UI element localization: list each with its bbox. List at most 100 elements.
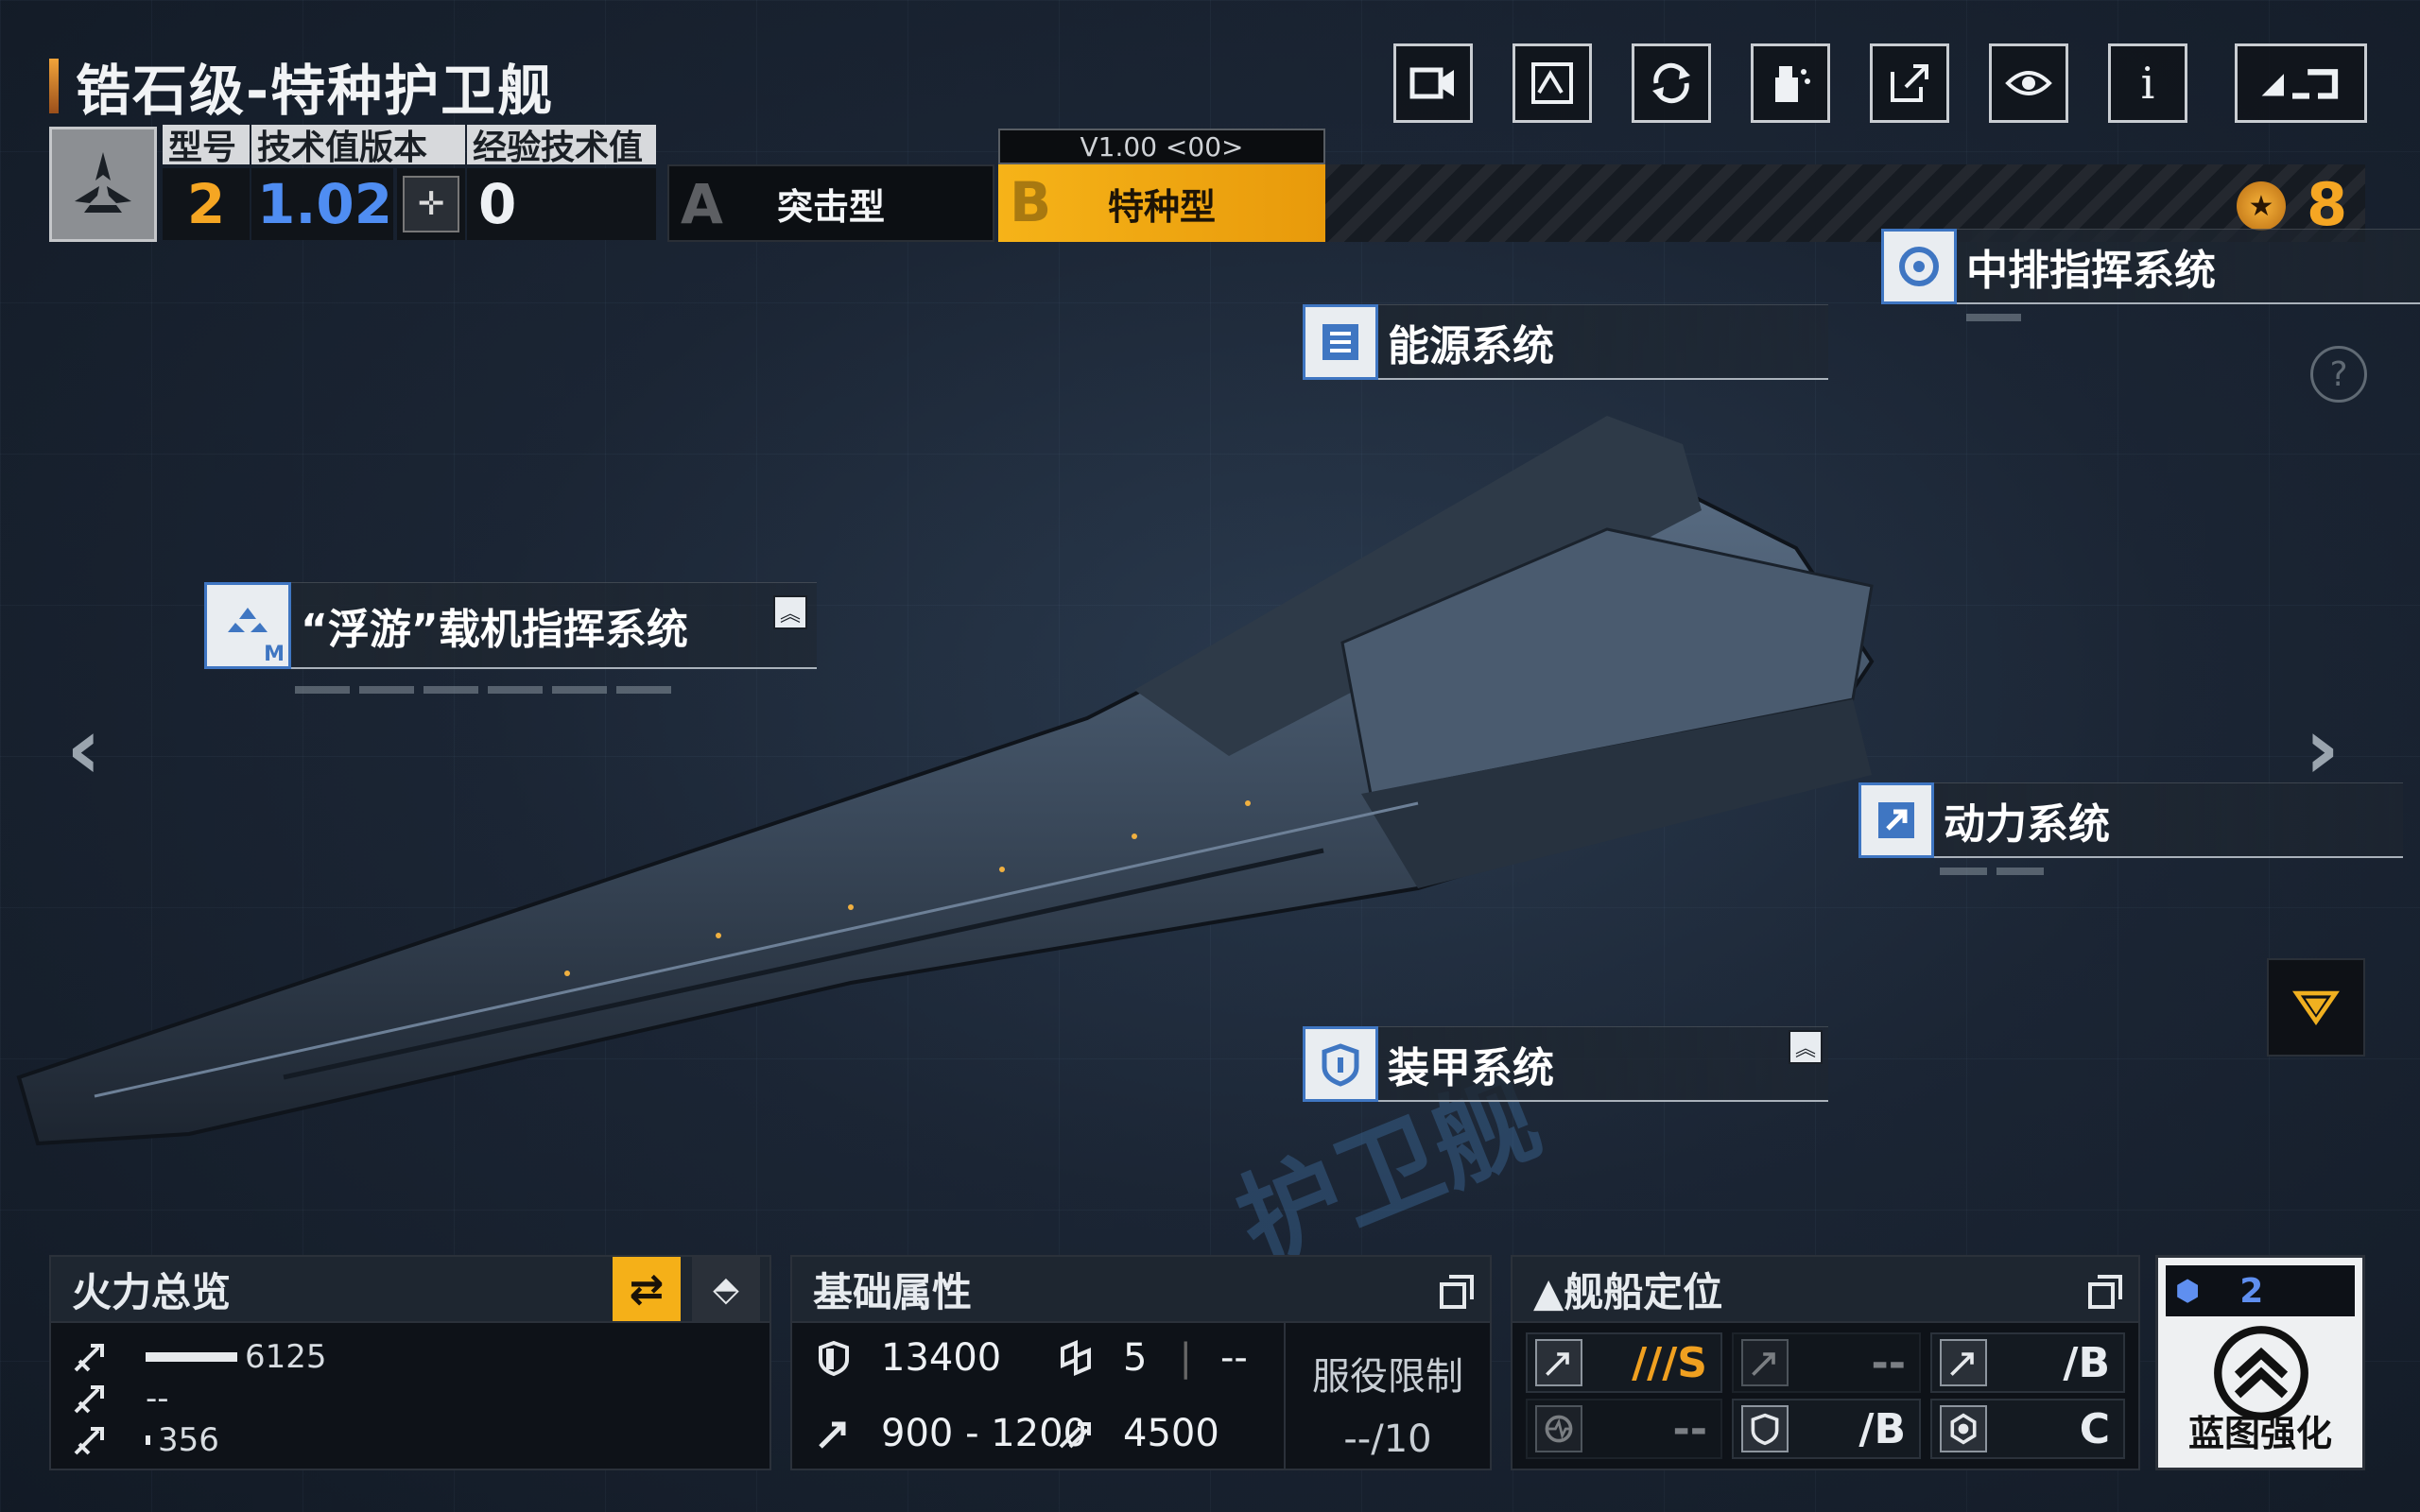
- blueprint-count-bar: ⬢ 2: [2166, 1265, 2355, 1316]
- prev-ship-arrow-icon[interactable]: ‹: [66, 699, 101, 799]
- paint-button[interactable]: [1751, 43, 1830, 123]
- hull-hp-value: 13400: [881, 1336, 1002, 1380]
- warp-speed: 4500: [1057, 1412, 1219, 1455]
- missile-icon: [74, 1427, 104, 1455]
- carrier-tier-badge: M: [264, 643, 285, 666]
- assault-icon: [1940, 1339, 1987, 1386]
- role-support-rating: --: [1871, 1338, 1906, 1387]
- rank-star-icon: ★: [2237, 181, 2286, 231]
- service-limit-value: --/10: [1343, 1418, 1432, 1461]
- positioning-title: ▲舰船定位: [1533, 1268, 1723, 1315]
- shield-icon: [1741, 1405, 1789, 1452]
- fleet-class-icon: [75, 152, 131, 213]
- exp-tech-header: 经验技术值: [467, 125, 656, 167]
- next-ship-arrow-icon[interactable]: ›: [2305, 699, 2340, 799]
- role-interceptor-rating: /B: [2063, 1338, 2110, 1387]
- shield-icon: [819, 1340, 849, 1377]
- armor-upgrade-icon: ︽: [1789, 1030, 1823, 1064]
- view-mode-button[interactable]: [1989, 43, 2068, 123]
- share-icon: [1891, 64, 1928, 102]
- speed-icon: [819, 1421, 846, 1449]
- central-command-label: 中排指挥系统: [1957, 229, 2420, 304]
- role-interceptor: /B: [1930, 1332, 2125, 1393]
- blueprint-label: 蓝图强化: [2187, 1413, 2332, 1454]
- carrier-slots: [295, 686, 671, 694]
- blueprint-view-button[interactable]: [1512, 43, 1592, 123]
- tab-special-type[interactable]: B 特种型: [998, 164, 1325, 242]
- eye-icon: [2005, 71, 2052, 95]
- blueprint-gem-icon: ⬢: [2175, 1274, 2201, 1308]
- positioning-header: ▲舰船定位: [1512, 1257, 2138, 1323]
- carrier-drone-icon: M: [204, 582, 291, 669]
- energy-system[interactable]: 能源系统: [1303, 304, 1828, 380]
- ship-name: 锆石级-特种护卫舰: [76, 59, 555, 123]
- share-button[interactable]: [1870, 43, 1949, 123]
- rotate-button[interactable]: [1632, 43, 1711, 123]
- firepower-bar-1: [146, 1352, 237, 1362]
- cruise-speed: 900 - 1200: [815, 1412, 1087, 1455]
- info-button[interactable]: i: [2108, 43, 2187, 123]
- window-icon: [2088, 1275, 2122, 1309]
- blueprint-enhance-button[interactable]: ⬢ 2 蓝图强化: [2155, 1255, 2365, 1470]
- crosshair-icon: ✛: [403, 176, 459, 232]
- warp-speed-value: 4500: [1123, 1412, 1219, 1455]
- window-icon: [1440, 1275, 1474, 1309]
- firepower-bar-3: [146, 1435, 150, 1445]
- central-command-slots: [1966, 314, 2021, 321]
- role-defense: /B: [1732, 1399, 1921, 1459]
- carrier-upgrade-icon: ︽: [773, 595, 807, 629]
- armor-level-icon: [1061, 1339, 1091, 1377]
- expand-panel-button[interactable]: [2267, 958, 2365, 1057]
- exp-tech-value: 0: [467, 168, 656, 240]
- role-assault: ///S: [1526, 1332, 1722, 1393]
- tech-adjust-button[interactable]: ✛: [397, 168, 465, 240]
- help-button[interactable]: ?: [2310, 346, 2367, 403]
- refresh-icon: [1652, 62, 1690, 104]
- power-thruster-icon: [1858, 782, 1934, 858]
- tab-assault-label: 突击型: [776, 185, 885, 228]
- info-icon: i: [2140, 58, 2155, 109]
- title-accent: [49, 59, 59, 113]
- attributes-expand-button[interactable]: [1431, 1270, 1482, 1314]
- spray-paint-icon: [1775, 66, 1810, 102]
- armor-system[interactable]: 装甲系统: [1303, 1026, 1828, 1102]
- switch-view-button[interactable]: ⇄: [613, 1257, 681, 1321]
- carrier-command-system[interactable]: M “浮游”载机指挥系统: [204, 582, 817, 669]
- energy-system-label: 能源系统: [1378, 304, 1828, 380]
- armor-system-label: 装甲系统: [1378, 1026, 1828, 1102]
- ship-class-emblem: [49, 127, 157, 242]
- attributes-header: 基础属性: [792, 1257, 1490, 1323]
- positioning-expand-button[interactable]: [2080, 1270, 2131, 1314]
- missile-icon: [74, 1344, 104, 1372]
- tab-assault-type[interactable]: A 突击型: [667, 164, 994, 242]
- service-limit-label: 服役限制: [1312, 1355, 1463, 1399]
- firepower-row-3: 356: [70, 1421, 219, 1459]
- assault-icon: [1741, 1339, 1789, 1386]
- central-command-system[interactable]: 中排指挥系统: [1881, 229, 2420, 304]
- blueprint-count: 2: [2239, 1271, 2264, 1311]
- firepower-panel: 火力总览 ⇄ ⬘ 6125 -- 356: [49, 1255, 771, 1470]
- role-utility-rating: C: [2079, 1404, 2110, 1453]
- back-button[interactable]: [2235, 43, 2367, 123]
- blueprint-icon: [1531, 62, 1573, 104]
- tab-letter-b: B: [1010, 170, 1052, 234]
- hull-hp: 13400: [815, 1336, 1001, 1380]
- version-label: V1.00 <00>: [998, 129, 1325, 164]
- missile-icon: [74, 1385, 104, 1414]
- firepower-header: 火力总览 ⇄ ⬘: [51, 1257, 769, 1323]
- firepower-value-1: 6125: [245, 1338, 327, 1376]
- model-header: 型号: [163, 125, 250, 167]
- firepower-value-3: 356: [158, 1421, 219, 1459]
- firepower-row-2: --: [70, 1380, 169, 1418]
- power-slots: [1940, 868, 2044, 875]
- role-repair-rating: --: [1672, 1404, 1707, 1453]
- swap-arrows-icon: ⇄: [629, 1264, 665, 1314]
- chevron-rank-icon: ⬘: [713, 1269, 739, 1309]
- record-video-button[interactable]: [1393, 43, 1473, 123]
- armor-extra-value: --: [1219, 1336, 1248, 1380]
- command-target-icon: [1881, 229, 1957, 304]
- rank-toggle-button[interactable]: ⬘: [692, 1257, 760, 1321]
- role-defense-rating: /B: [1858, 1404, 1906, 1453]
- back-arrow-icon: [2261, 69, 2339, 99]
- gear-icon: [1940, 1405, 1987, 1452]
